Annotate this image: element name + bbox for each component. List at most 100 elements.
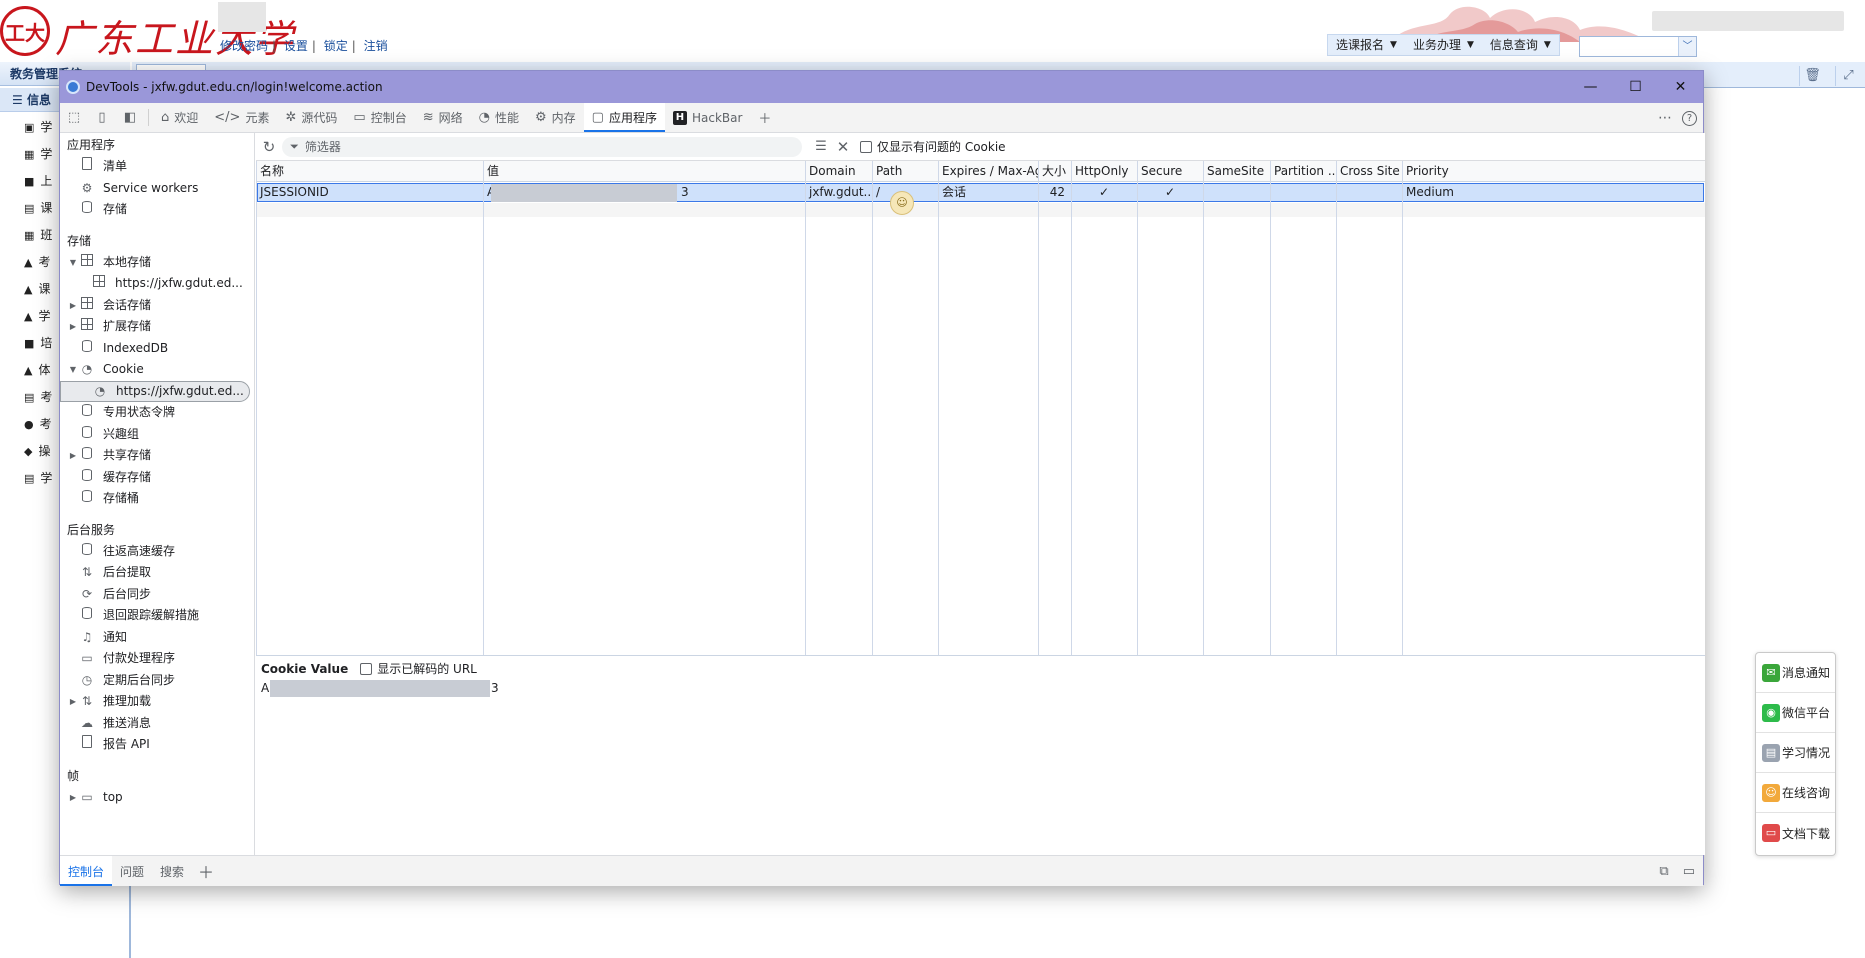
tab-memory[interactable]: ⚙ 内存	[527, 103, 584, 132]
column-header-secure[interactable]: Secure	[1137, 161, 1203, 182]
chevron-down-icon[interactable]: ﹀	[1678, 37, 1696, 56]
column-header-samesite[interactable]: SameSite	[1203, 161, 1270, 182]
column-header-expires[interactable]: Expires / Max-Age	[938, 161, 1038, 182]
column-header-value[interactable]: 值	[483, 161, 805, 182]
trash-icon[interactable]: 🗑	[1799, 66, 1825, 86]
minimize-button[interactable]: —	[1568, 71, 1613, 103]
sidebar-item-storage-buckets[interactable]: 存储桶	[60, 488, 254, 510]
top-select[interactable]: ﹀	[1579, 36, 1697, 57]
sidebar-item-bounce-tracking[interactable]: 退回跟踪缓解措施	[60, 605, 254, 627]
close-button[interactable]: ✕	[1658, 71, 1703, 103]
devtools-titlebar[interactable]: DevTools - jxfw.gdut.edu.cn/login!welcom…	[60, 71, 1703, 103]
lock-link[interactable]: 锁定	[324, 39, 348, 53]
sidebar-item-push-messaging[interactable]: ☁ 推送消息	[60, 713, 254, 735]
expanded-arrow-icon[interactable]: ▼	[67, 252, 79, 274]
column-header-cross-site[interactable]: Cross Site	[1336, 161, 1402, 182]
cookie-value-text-start[interactable]: A	[261, 680, 269, 697]
maximize-button[interactable]: ☐	[1613, 71, 1658, 103]
collapsed-arrow-icon[interactable]: ▶	[67, 445, 79, 467]
sidebar-item-service-workers[interactable]: ⚙ Service workers	[60, 178, 254, 200]
cookie-size-cell[interactable]: 42	[1038, 183, 1071, 202]
expanded-arrow-icon[interactable]: ▼	[67, 359, 79, 381]
cookie-samesite-cell[interactable]	[1203, 183, 1270, 202]
column-header-partition-key[interactable]: Partition ...	[1270, 161, 1336, 182]
add-tab-button[interactable]: ＋	[750, 103, 779, 132]
dock-sidebar-icon[interactable]: ◧	[116, 103, 144, 132]
sidebar-item-cookie-origin[interactable]: ◔ https://jxfw.gdut.ed...	[60, 380, 250, 402]
cookie-name-cell[interactable]: JSESSIONID	[256, 183, 483, 202]
wechat-platform-button[interactable]: ◉ 微信平台	[1756, 693, 1835, 733]
column-header-size[interactable]: 大小	[1038, 161, 1071, 182]
filter-input[interactable]: ⏷ 筛选器	[282, 136, 802, 157]
cookie-secure-cell[interactable]: ✓	[1137, 183, 1203, 202]
collapsed-arrow-icon[interactable]: ▶	[67, 316, 79, 338]
tab-welcome[interactable]: ⌂ 欢迎	[153, 103, 206, 132]
drawer-tab-search[interactable]: 搜索	[152, 856, 192, 886]
document-download-button[interactable]: ▭ 文档下载	[1756, 813, 1835, 853]
settings-link[interactable]: 设置	[284, 39, 308, 53]
cookie-domain-cell[interactable]: jxfw.gdut....	[805, 183, 872, 202]
show-decoded-checkbox[interactable]	[360, 662, 373, 675]
tab-application[interactable]: ▢ 应用程序	[583, 103, 666, 132]
change-password-link[interactable]: 修改密码	[220, 39, 268, 53]
drawer-tab-issues[interactable]: 问题	[112, 856, 152, 886]
sidebar-item-frame-top[interactable]: ▶ ▭ top	[60, 787, 254, 809]
column-header-name[interactable]: 名称	[256, 161, 483, 182]
cookie-expires-cell[interactable]: 会话	[938, 183, 1038, 202]
inspect-element-icon[interactable]: ⬚	[60, 103, 88, 132]
column-header-priority[interactable]: Priority	[1402, 161, 1502, 182]
collapsed-arrow-icon[interactable]: ▶	[67, 295, 79, 317]
refresh-icon[interactable]: ↻	[256, 138, 282, 156]
logout-link[interactable]: 注销	[364, 39, 388, 53]
study-status-button[interactable]: ▤ 学习情况	[1756, 733, 1835, 773]
sidebar-item-speculative-loads[interactable]: ▶ ⇅ 推理加载	[60, 691, 254, 713]
delete-selected-icon[interactable]: ✕	[832, 138, 854, 156]
sidebar-item-bfcache[interactable]: 往返高速缓存	[60, 541, 254, 563]
sidebar-item-payment-handler[interactable]: ▭ 付款处理程序	[60, 648, 254, 670]
cookie-httponly-cell[interactable]: ✓	[1071, 183, 1137, 202]
only-issues-checkbox[interactable]	[860, 140, 872, 153]
dock-to-bottom-icon[interactable]: ⧉	[1659, 864, 1668, 879]
collapsed-arrow-icon[interactable]: ▶	[67, 787, 79, 809]
cookie-priority-cell[interactable]: Medium	[1402, 183, 1502, 202]
sidebar-item-background-sync[interactable]: ⟳ 后台同步	[60, 584, 254, 606]
top-menu-business[interactable]: 业务办理 ▼	[1405, 35, 1482, 55]
tab-elements[interactable]: </> 元素	[206, 103, 277, 132]
drawer-add-tab-icon[interactable]: ＋	[192, 856, 220, 886]
sidebar-item-cookies[interactable]: ▼ ◔ Cookie	[60, 359, 254, 381]
sidebar-item-indexeddb[interactable]: IndexedDB	[60, 338, 254, 360]
message-notice-button[interactable]: ✉ 消息通知	[1756, 653, 1835, 693]
tab-console[interactable]: ▭ 控制台	[345, 103, 414, 132]
help-icon[interactable]: ?	[1682, 110, 1697, 126]
tab-hackbar[interactable]: H HackBar	[665, 103, 750, 132]
device-toolbar-icon[interactable]: ▯	[88, 103, 116, 132]
close-drawer-icon[interactable]: ▭	[1683, 864, 1695, 879]
clear-all-cookies-icon[interactable]: ☰	[810, 139, 832, 154]
top-menu-course-selection[interactable]: 选课报名 ▼	[1328, 35, 1405, 55]
top-menu-info-query[interactable]: 信息查询 ▼	[1482, 35, 1559, 55]
sidebar-item-notifications[interactable]: ♫ 通知	[60, 627, 254, 649]
sidebar-item-session-storage[interactable]: ▶ 会话存储	[60, 295, 254, 317]
sidebar-item-manifest[interactable]: 清单	[60, 156, 254, 178]
cookie-partition-cell[interactable]	[1270, 183, 1336, 202]
fullscreen-icon[interactable]: ⤢	[1835, 66, 1861, 86]
column-header-path[interactable]: Path	[872, 161, 938, 182]
sidebar-item-cache-storage[interactable]: 缓存存储	[60, 467, 254, 489]
tab-sources[interactable]: ✲ 源代码	[277, 103, 345, 132]
sidebar-item-private-state-tokens[interactable]: 专用状态令牌	[60, 402, 254, 424]
cookie-cross-site-cell[interactable]	[1336, 183, 1402, 202]
sidebar-item-local-storage-origin[interactable]: https://jxfw.gdut.ed...	[60, 273, 254, 295]
sidebar-item-local-storage[interactable]: ▼ 本地存储	[60, 252, 254, 274]
drawer-tab-console[interactable]: 控制台	[60, 856, 113, 886]
tab-network[interactable]: ≋ 网络	[415, 103, 471, 132]
sidebar-item-interest-groups[interactable]: 兴趣组	[60, 424, 254, 446]
sidebar-item-extension-storage[interactable]: ▶ 扩展存储	[60, 316, 254, 338]
cookie-value-end[interactable]: 3	[677, 183, 697, 202]
cookie-value-text-end[interactable]: 3	[491, 680, 499, 697]
tab-performance[interactable]: ◔ 性能	[471, 103, 527, 132]
sidebar-item-shared-storage[interactable]: ▶ 共享存储	[60, 445, 254, 467]
online-consult-button[interactable]: ☺ 在线咨询	[1756, 773, 1835, 813]
more-options-icon[interactable]: ⋯	[1658, 110, 1672, 126]
sidebar-item-background-fetch[interactable]: ⇅ 后台提取	[60, 562, 254, 584]
sidebar-item-periodic-sync[interactable]: ◷ 定期后台同步	[60, 670, 254, 692]
